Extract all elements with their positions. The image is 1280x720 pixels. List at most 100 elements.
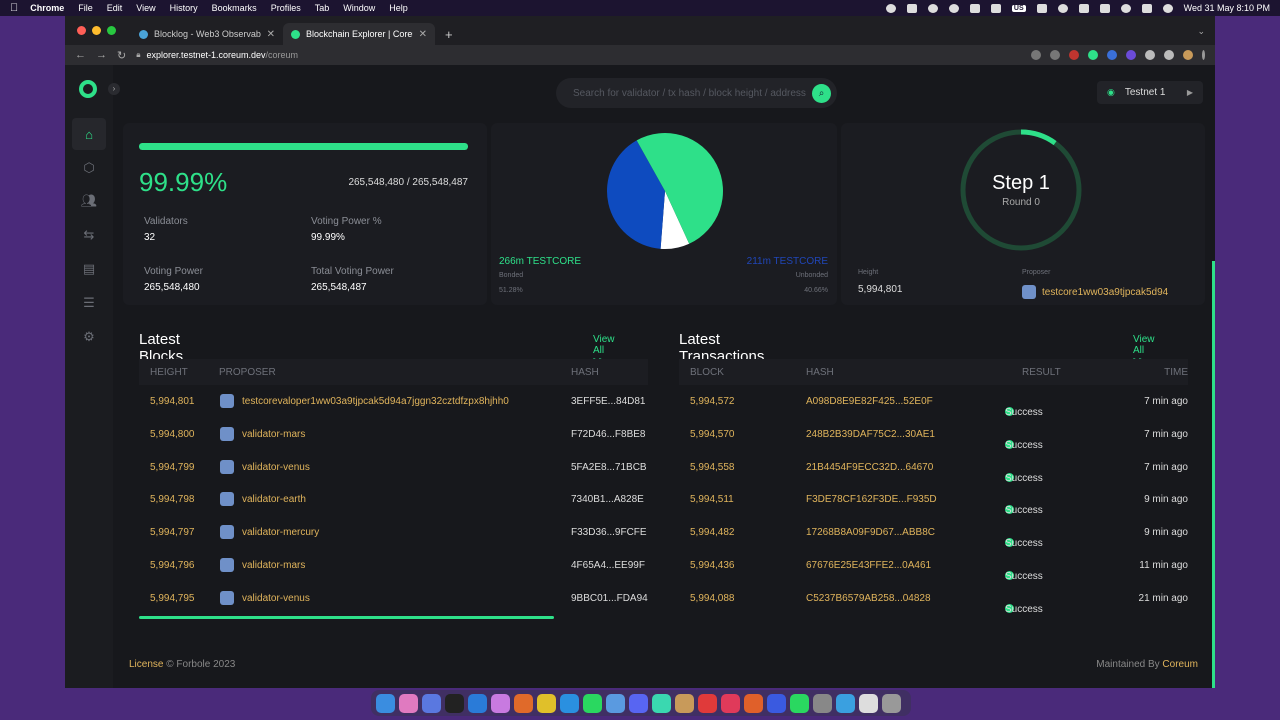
clock[interactable]: Wed 31 May 8:10 PM — [1184, 3, 1270, 13]
tx-block[interactable]: 5,994,572 — [690, 396, 735, 407]
close-tab-icon[interactable]: ✕ — [419, 29, 427, 40]
sidebar-item-transactions[interactable]: ⇆ — [72, 219, 106, 251]
proposer-link[interactable]: testcore1ww03a9tjpcak5d94 — [1022, 285, 1168, 299]
sidebar-item-proposals[interactable]: ▤ — [72, 253, 106, 285]
spotify-icon[interactable] — [583, 693, 602, 713]
app-icon[interactable] — [698, 693, 717, 713]
search-button[interactable]: ⌕ — [812, 83, 831, 103]
table-row[interactable]: 5,994,088 C5237B6579AB258...04828 Success 2… — [679, 582, 1188, 615]
block-height[interactable]: 5,994,800 — [150, 429, 195, 440]
menu-window[interactable]: Window — [343, 3, 375, 13]
block-height[interactable]: 5,994,796 — [150, 560, 195, 571]
sidebar-item-validators[interactable]: 👥︎ — [72, 185, 106, 217]
new-tab-button[interactable]: + — [445, 27, 453, 42]
wifi-icon[interactable] — [1099, 3, 1110, 13]
ublock-extension-icon[interactable] — [1069, 50, 1079, 60]
puzzle-extensions-icon[interactable] — [1145, 50, 1155, 60]
search-input[interactable] — [573, 87, 812, 99]
block-proposer[interactable]: validator-mars — [242, 560, 305, 571]
table-row[interactable]: 5,994,436 67676E25E43FFE2...0A461 Success 1… — [679, 549, 1188, 582]
tx-block[interactable]: 5,994,482 — [690, 527, 735, 538]
tx-block[interactable]: 5,994,436 — [690, 560, 735, 571]
user-icon[interactable] — [1057, 3, 1068, 13]
license-link[interactable]: License — [129, 659, 163, 670]
table-row[interactable]: 5,994,482 17268B8A09F9D67...ABB8C Success 9… — [679, 516, 1188, 549]
tx-hash[interactable]: 17268B8A09F9D67...ABB8C — [806, 527, 935, 538]
display-icon[interactable] — [990, 3, 1001, 13]
tx-hash[interactable]: 67676E25E43FFE2...0A461 — [806, 560, 931, 571]
sidebar-item-settings[interactable]: ⚙︎ — [72, 321, 106, 353]
menu-bookmarks[interactable]: Bookmarks — [212, 3, 257, 13]
block-proposer[interactable]: testcorevaloper1ww03a9tjpcak5d94a7jggn32… — [242, 396, 509, 407]
table-row[interactable]: 5,994,801 testcorevaloper1ww03a9tjpcak5d9… — [139, 385, 648, 418]
tx-block[interactable]: 5,994,558 — [690, 462, 735, 473]
menu-file[interactable]: File — [78, 3, 93, 13]
coreum-logo[interactable] — [79, 80, 97, 98]
menu-history[interactable]: History — [170, 3, 198, 13]
table-row[interactable]: 5,994,800 validator-mars F72D46...F8BE8 — [139, 418, 648, 451]
terminal-icon[interactable] — [445, 693, 464, 713]
keyboard-layout[interactable]: US — [1011, 4, 1026, 12]
minimize-window-button[interactable] — [92, 26, 101, 35]
sidebar-item-blocks[interactable]: ⬡ — [72, 152, 106, 184]
documents-icon[interactable] — [859, 693, 878, 713]
share-icon[interactable] — [1031, 50, 1041, 60]
spotlight-icon[interactable] — [1120, 3, 1131, 13]
tools-icon[interactable] — [969, 3, 980, 13]
sidebar-toggle-icon[interactable] — [1164, 50, 1174, 60]
back-icon[interactable]: ← — [75, 49, 86, 61]
block-proposer[interactable]: validator-venus — [242, 462, 310, 473]
sidebar-expand-icon[interactable]: › — [108, 83, 120, 95]
block-height[interactable]: 5,994,799 — [150, 462, 195, 473]
app-icon[interactable] — [491, 693, 510, 713]
table-row[interactable]: 5,994,795 validator-venus 9BBC01...FDA94 — [139, 582, 648, 615]
tab-coreum-explorer[interactable]: Blockchain Explorer | Coreum ✕ — [283, 23, 435, 45]
menu-edit[interactable]: Edit — [107, 3, 123, 13]
menu-profiles[interactable]: Profiles — [271, 3, 301, 13]
menu-tab[interactable]: Tab — [315, 3, 330, 13]
zoom-window-button[interactable] — [107, 26, 116, 35]
keplr-extension-icon[interactable] — [1107, 50, 1117, 60]
menu-view[interactable]: View — [136, 3, 155, 13]
reload-icon[interactable]: ↻ — [117, 49, 126, 62]
app-icon[interactable] — [422, 693, 441, 713]
profile-avatar[interactable] — [1183, 50, 1193, 60]
vscode-icon[interactable] — [468, 693, 487, 713]
chrome-icon[interactable] — [790, 693, 809, 713]
mail-icon[interactable] — [652, 693, 671, 713]
tx-hash[interactable]: C5237B6579AB258...04828 — [806, 593, 931, 604]
block-height[interactable]: 5,994,795 — [150, 593, 195, 604]
menu-app[interactable]: Chrome — [30, 3, 64, 13]
vertical-scrollbar[interactable] — [1212, 261, 1215, 688]
bitwarden-icon[interactable] — [767, 693, 786, 713]
block-height[interactable]: 5,994,801 — [150, 396, 195, 407]
close-window-button[interactable] — [77, 26, 86, 35]
control-center-icon[interactable] — [1141, 3, 1152, 13]
preview-icon[interactable] — [836, 693, 855, 713]
focus-icon[interactable] — [927, 3, 938, 13]
table-row[interactable]: 5,994,572 A098D8E9E82F425...52E0F Success 7… — [679, 385, 1188, 418]
firefox-icon[interactable] — [514, 693, 533, 713]
horizontal-scrollbar[interactable] — [139, 616, 554, 619]
app-icon[interactable] — [675, 693, 694, 713]
table-row[interactable]: 5,994,799 validator-venus 5FA2E8...71BCB — [139, 451, 648, 484]
more-menu-icon[interactable] — [1202, 50, 1205, 60]
menu-help[interactable]: Help — [389, 3, 408, 13]
tx-block[interactable]: 5,994,570 — [690, 429, 735, 440]
table-row[interactable]: 5,994,797 validator-mercury F33D36...9FCFE — [139, 516, 648, 549]
finder-icon[interactable] — [376, 693, 395, 713]
trash-icon[interactable] — [882, 693, 901, 713]
docker-icon[interactable] — [606, 693, 625, 713]
tx-block[interactable]: 5,994,511 — [690, 494, 734, 505]
table-row[interactable]: 5,994,570 248B2B39DAF75C2...30AE1 Success 7… — [679, 418, 1188, 451]
table-row[interactable]: 5,994,796 validator-mars 4F65A4...EE99F — [139, 549, 648, 582]
app-icon[interactable] — [744, 693, 763, 713]
block-proposer[interactable]: validator-venus — [242, 593, 310, 604]
block-proposer[interactable]: validator-mercury — [242, 527, 319, 538]
sidebar-item-home[interactable]: ⌂ — [72, 118, 106, 150]
table-row[interactable]: 5,994,798 validator-earth 7340B1...A828E — [139, 483, 648, 516]
play-icon[interactable] — [948, 3, 959, 13]
battery-icon[interactable] — [1078, 3, 1089, 13]
siri-icon[interactable] — [1162, 3, 1173, 13]
apple-icon[interactable]:  — [10, 2, 18, 14]
